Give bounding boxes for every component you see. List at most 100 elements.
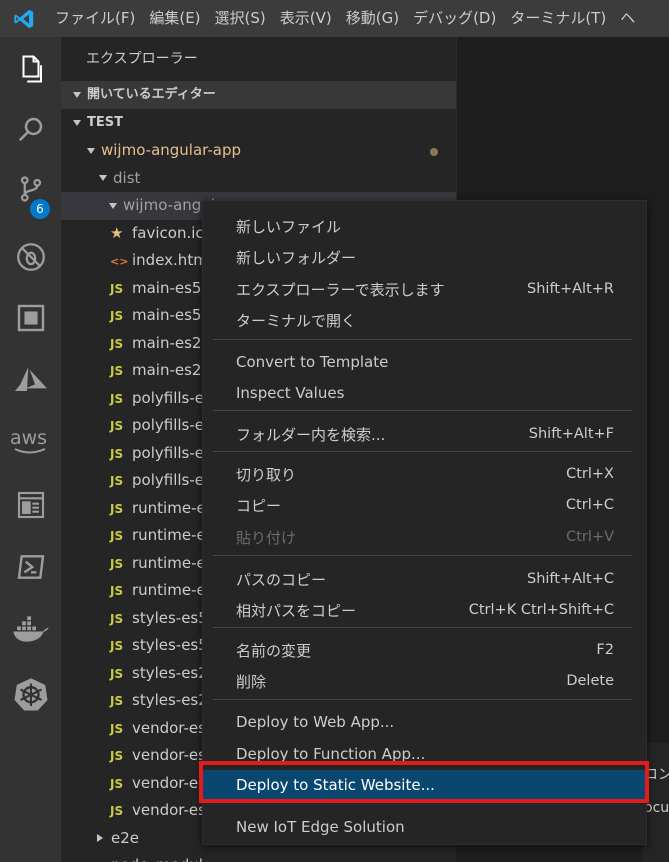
file-name: polyfills-e — [132, 388, 204, 407]
source-control-icon[interactable]: 6 — [0, 159, 61, 219]
menu-item-label: 新しいファイル — [236, 217, 342, 236]
menu-item-label: パスのコピー — [236, 570, 327, 589]
context-menu-item[interactable]: New IoT Edge Solution — [203, 812, 648, 842]
svg-text:aws: aws — [10, 427, 47, 449]
menu-selection[interactable]: 選択(S) — [208, 0, 273, 37]
activity-bar: 6 aws — [0, 37, 61, 862]
file-name: vendor-es — [132, 801, 206, 819]
context-menu-item[interactable]: パスのコピー Shift+Alt+C — [203, 564, 648, 594]
context-menu-item[interactable]: ターミナルで開く — [203, 305, 648, 335]
file-name: runtime-e — [132, 526, 206, 544]
context-menu-item[interactable]: 名前の変更 F2 — [203, 635, 648, 665]
menu-item-label: 名前の変更 — [236, 641, 312, 660]
js-file-icon: JS — [110, 474, 124, 488]
menu-item-shortcut: Delete — [566, 673, 614, 689]
powershell-icon[interactable] — [0, 537, 61, 597]
menu-item-shortcut: F2 — [596, 642, 614, 658]
menu-item-shortcut: Ctrl+X — [566, 466, 614, 482]
js-file-icon: JS — [110, 309, 124, 323]
js-file-icon: JS — [110, 336, 124, 351]
file-name: runtime-e — [132, 581, 206, 599]
html-file-icon: <> — [110, 255, 129, 268]
file-name: runtime-e — [132, 498, 206, 517]
menu-item-label: ターミナルで開く — [236, 311, 357, 330]
context-menu-item[interactable]: 新しいフォルダー — [203, 242, 648, 272]
chevron-down-icon — [73, 91, 81, 98]
file-name: styles-es2 — [132, 663, 208, 682]
file-name: main-es5. — [132, 306, 207, 324]
modified-dot-icon — [430, 148, 438, 156]
file-name: main-es20 — [132, 333, 212, 352]
menu-item-label: エクスプローラーで表示します — [236, 280, 445, 299]
debug-icon[interactable] — [0, 227, 61, 287]
js-file-icon: JS — [110, 556, 124, 571]
folder-name: wijmo-angular-app — [101, 141, 242, 159]
menu-separator — [213, 410, 632, 411]
js-file-icon: JS — [110, 749, 124, 763]
menu-debug[interactable]: デバッグ(D) — [406, 0, 503, 37]
context-menu-item[interactable]: Inspect Values — [203, 378, 648, 408]
scm-badge: 6 — [30, 199, 50, 219]
file-name: polyfills-e — [132, 443, 204, 462]
file-name: vendor-e — [132, 773, 199, 792]
menu-separator — [213, 699, 632, 700]
tree-folder-dist[interactable]: dist — [61, 165, 456, 193]
context-menu-item[interactable]: コピー Ctrl+C — [203, 490, 648, 520]
js-file-icon: JS — [110, 721, 124, 736]
tree-folder-node-modules[interactable]: node_modul — [61, 852, 456, 862]
menu-item-shortcut: Shift+Alt+F — [528, 426, 614, 442]
aws-icon[interactable]: aws — [0, 411, 61, 471]
open-editors-label: 開いているエディター — [87, 87, 216, 102]
menu-item-label: 切り取り — [236, 465, 297, 484]
js-file-icon: JS — [110, 419, 124, 433]
js-file-icon: JS — [110, 694, 124, 708]
js-file-icon: JS — [110, 666, 124, 681]
js-file-icon: JS — [110, 529, 124, 543]
tree-folder-root[interactable]: wijmo-angular-app — [61, 137, 456, 165]
context-menu-item[interactable]: エクスプローラーで表示します Shift+Alt+R — [203, 274, 648, 304]
star-icon: ★ — [110, 223, 124, 242]
js-file-icon: JS — [110, 611, 124, 626]
workspace-header[interactable]: TEST — [61, 109, 456, 137]
menu-item-label: New IoT Edge Solution — [236, 818, 405, 836]
context-menu-item[interactable]: 新しいファイル — [203, 211, 648, 241]
browser-preview-icon[interactable] — [0, 475, 61, 535]
file-name: favicon.ico — [132, 223, 213, 242]
menu-separator — [213, 555, 632, 556]
menu-item-label: Inspect Values — [236, 384, 345, 402]
menu-file[interactable]: ファイル(F) — [48, 0, 142, 37]
context-menu-item[interactable]: 削除 Delete — [203, 666, 648, 696]
context-menu-item[interactable]: Deploy to Web App... — [203, 707, 648, 737]
context-menu: 新しいファイル新しいフォルダーエクスプローラーで表示します Shift+Alt+R… — [202, 200, 648, 845]
folder-name: node_modul — [111, 856, 203, 862]
menu-help-truncated[interactable]: ヘ — [613, 0, 642, 37]
kubernetes-icon[interactable] — [0, 664, 61, 724]
menu-item-shortcut: Ctrl+K Ctrl+Shift+C — [468, 602, 614, 618]
context-menu-item[interactable]: Convert to Template — [203, 347, 648, 377]
open-editors-header[interactable]: 開いているエディター — [61, 81, 456, 109]
azure-icon[interactable] — [0, 349, 61, 409]
menu-terminal[interactable]: ターミナル(T) — [503, 0, 613, 37]
search-icon[interactable] — [0, 99, 61, 159]
js-file-icon: JS — [110, 501, 124, 516]
js-file-icon: JS — [110, 584, 124, 598]
menu-item-shortcut: Ctrl+V — [566, 529, 614, 545]
context-menu-item[interactable]: 相対パスをコピー Ctrl+K Ctrl+Shift+C — [203, 595, 648, 625]
explorer-icon[interactable] — [0, 39, 61, 99]
menu-item-shortcut: Shift+Alt+R — [527, 281, 614, 297]
menu-view[interactable]: 表示(V) — [273, 0, 339, 37]
chevron-down-icon — [109, 202, 117, 209]
menu-item-label: 貼り付け — [236, 528, 297, 547]
chevron-down-icon — [99, 175, 107, 181]
menu-edit[interactable]: 編集(E) — [142, 0, 207, 37]
context-menu-item[interactable]: フォルダー内を検索... Shift+Alt+F — [203, 419, 648, 449]
menu-go[interactable]: 移動(G) — [339, 0, 406, 37]
chevron-down-icon — [73, 119, 81, 126]
vscode-logo-icon — [0, 0, 48, 37]
docker-icon[interactable] — [0, 599, 61, 659]
menu-item-shortcut: Shift+Alt+C — [526, 571, 614, 587]
menu-item-label: Convert to Template — [236, 353, 389, 371]
file-name: index.htm — [132, 251, 208, 269]
extensions-icon[interactable] — [0, 288, 61, 348]
context-menu-item[interactable]: 切り取り Ctrl+X — [203, 459, 648, 489]
